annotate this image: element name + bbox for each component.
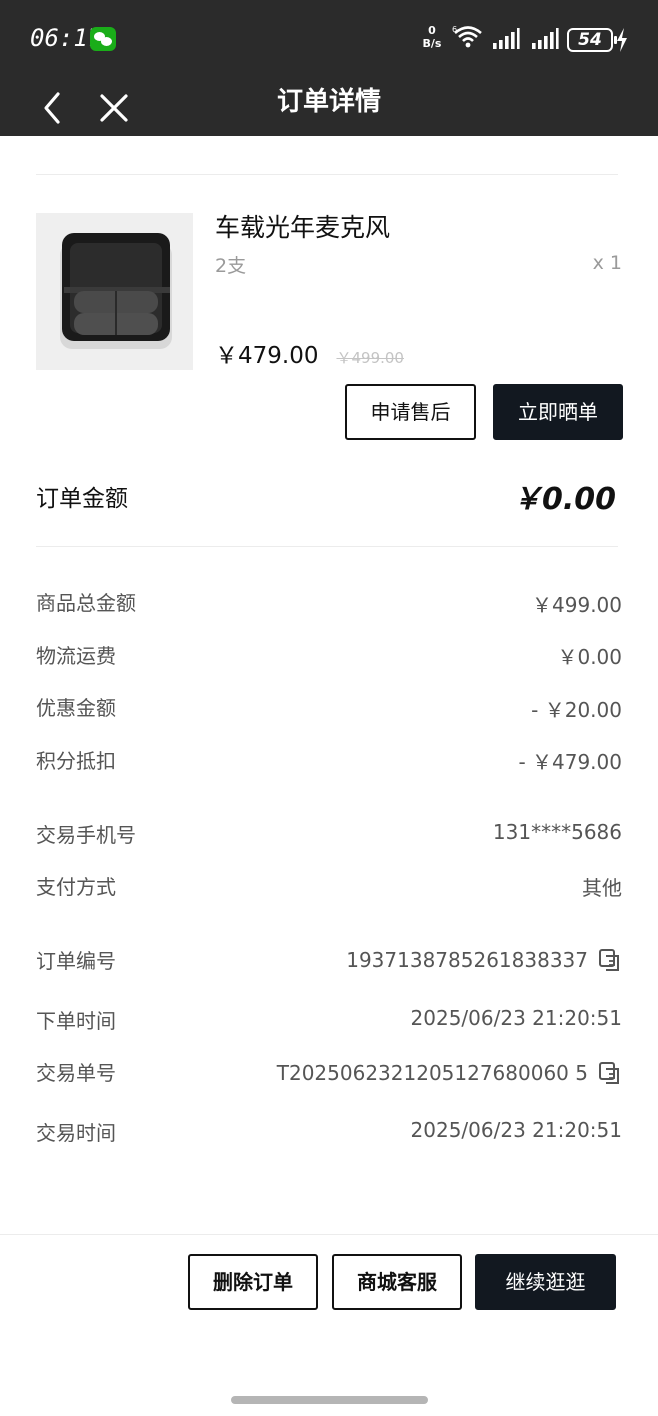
order-info-label: 订单编号	[36, 949, 116, 973]
order-info-label: 交易单号	[36, 1061, 116, 1085]
payment-label: 支付方式	[36, 875, 116, 899]
delete-order-button[interactable]: 删除订单	[188, 1254, 318, 1310]
copy-icon[interactable]	[598, 948, 622, 972]
transaction-number-row: T2025062321205127680060 5	[277, 1061, 622, 1085]
charging-icon	[617, 28, 627, 52]
product-spec: 2支	[215, 255, 247, 277]
continue-shopping-button[interactable]: 继续逛逛	[475, 1254, 616, 1310]
order-amount-value: ￥0.00	[511, 482, 616, 517]
transaction-number-value: T2025062321205127680060 5	[276, 1061, 588, 1085]
summary-label: 优惠金额	[36, 696, 116, 720]
status-bar: 06:17 0 B/s 6 54	[0, 0, 658, 80]
order-number-value: 1937138785261838337	[346, 948, 588, 972]
product-price: ￥479.00	[215, 343, 319, 369]
product-quantity: x 1	[592, 252, 622, 274]
wifi-icon: 6	[452, 25, 482, 48]
signal-icon	[532, 28, 559, 49]
svg-text:6: 6	[452, 25, 457, 34]
price-row: ￥479.00 ￥499.00	[215, 336, 404, 370]
divider	[36, 546, 618, 547]
customer-service-button[interactable]: 商城客服	[332, 1254, 462, 1310]
nav-bar: 订单详情	[0, 80, 658, 136]
home-indicator[interactable]	[231, 1396, 428, 1404]
network-speed-unit: B/s	[422, 37, 442, 50]
wechat-icon	[90, 27, 116, 51]
summary-label: 积分抵扣	[36, 749, 116, 773]
order-time-value: 2025/06/23 21:20:51	[410, 1006, 622, 1030]
product-name[interactable]: 车载光年麦克风	[215, 208, 390, 244]
after-sale-button[interactable]: 申请售后	[345, 384, 476, 440]
product-original-price: ￥499.00	[336, 349, 404, 367]
order-amount-label: 订单金额	[36, 486, 128, 512]
order-info-label: 下单时间	[36, 1009, 116, 1033]
summary-value: - ￥479.00	[518, 750, 622, 774]
share-order-button[interactable]: 立即晒单	[493, 384, 623, 440]
summary-value: ￥0.00	[557, 645, 622, 669]
order-number-row: 1937138785261838337	[346, 948, 622, 972]
payment-label: 交易手机号	[36, 823, 136, 847]
signal-icon	[493, 28, 520, 49]
battery-icon: 54	[567, 28, 617, 52]
transaction-time-value: 2025/06/23 21:20:51	[410, 1118, 622, 1142]
network-speed-value: 0	[428, 24, 436, 37]
page-title: 订单详情	[276, 87, 381, 117]
divider	[0, 1234, 658, 1235]
network-speed: 0 B/s	[420, 24, 444, 50]
microphone-case-image	[36, 213, 193, 370]
copy-icon[interactable]	[598, 1061, 622, 1085]
product-image[interactable]	[36, 213, 193, 370]
summary-label: 物流运费	[36, 644, 116, 668]
payment-value: 其他	[582, 876, 622, 900]
summary-label: 商品总金额	[36, 591, 136, 615]
summary-value: - ￥20.00	[531, 698, 622, 722]
payment-value: 131****5686	[492, 820, 622, 844]
summary-value: ￥499.00	[532, 593, 622, 617]
divider	[36, 174, 618, 175]
order-info-label: 交易时间	[36, 1121, 116, 1145]
